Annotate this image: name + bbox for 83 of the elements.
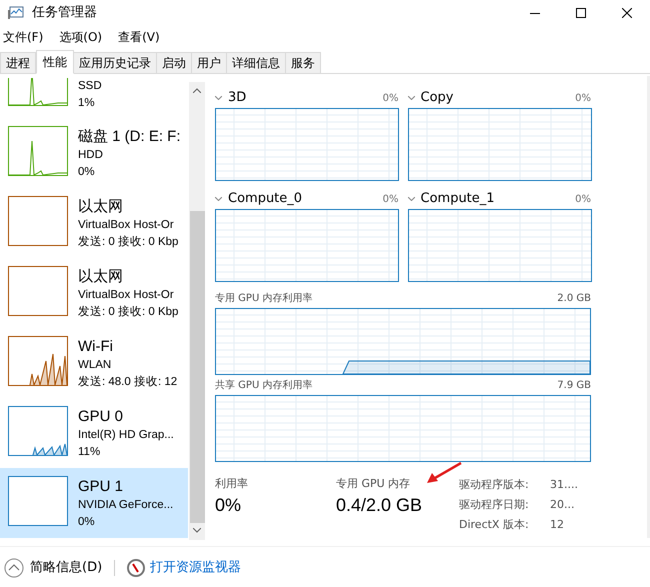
scrollbar[interactable]	[189, 82, 205, 540]
graph-total: 7.9 GB	[557, 378, 591, 392]
stat-value: 0.4/2.0 GB	[336, 494, 422, 517]
sidebar-item[interactable]: Wi-Fi WLAN 发送: 48.0 接收: 12	[0, 328, 188, 398]
activity-graph	[8, 336, 68, 386]
sidebar-item[interactable]: GPU 1 NVIDIA GeForce... 0%	[0, 468, 188, 538]
item-subtitle: Intel(R) HD Grap...	[78, 428, 174, 443]
tab[interactable]: 性能	[36, 50, 74, 74]
item-reading: 发送: 0 接收: 0 Kbp	[78, 234, 178, 250]
stat-label: 专用 GPU 内存	[336, 476, 410, 492]
graph-total: 2.0 GB	[557, 292, 591, 306]
sidebar-item[interactable]: GPU 0 Intel(R) HD Grap... 11%	[0, 398, 188, 468]
item-title: 磁盘 1 (D: E: F:	[78, 127, 181, 147]
chevron-down-icon[interactable]	[408, 96, 414, 100]
graph-label: 共享 GPU 内存利用率	[215, 378, 312, 392]
engine-reading: 0%	[382, 192, 398, 206]
item-reading: 0%	[78, 515, 95, 530]
detail-label: 驱动程序日期:	[459, 497, 530, 513]
sidebar-item[interactable]: SSD 1%	[0, 78, 188, 118]
tab[interactable]: 启动	[156, 52, 192, 73]
activity-graph	[8, 126, 68, 176]
resource-monitor-link[interactable]: 打开资源监视器	[150, 558, 242, 578]
gauge-icon	[127, 558, 146, 576]
tab[interactable]: 应用历史记录	[73, 52, 157, 73]
detail-value: 31....	[550, 477, 578, 493]
detail-value: 20...	[550, 497, 574, 513]
item-reading: 0%	[78, 165, 95, 180]
tab[interactable]: 用户	[191, 52, 227, 73]
detail-label: 驱动程序版本:	[459, 477, 530, 493]
engine-reading: 0%	[575, 92, 591, 106]
graph-label: 专用 GPU 内存利用率	[215, 292, 312, 306]
activity-graph	[8, 78, 68, 106]
menu-item[interactable]: 文件(F)	[0, 28, 46, 46]
sidebar-item[interactable]: 以太网 VirtualBox Host-Or 发送: 0 接收: 0 Kbp	[0, 188, 188, 258]
engine-name: Copy	[420, 89, 454, 108]
item-reading: 发送: 48.0 接收: 12	[78, 374, 178, 390]
item-reading: 发送: 0 接收: 0 Kbp	[78, 304, 178, 320]
chevron-down-icon[interactable]	[215, 197, 222, 201]
detail-value: 12	[550, 517, 564, 532]
item-subtitle: VirtualBox Host-Or	[78, 218, 174, 233]
activity-graph	[8, 476, 68, 526]
item-title: Wi-Fi	[78, 337, 113, 357]
item-subtitle: SSD	[78, 79, 102, 94]
engine-name: Compute_0	[228, 190, 302, 208]
summary-button[interactable]: 简略信息(D)	[4, 558, 102, 578]
item-title: GPU 1	[78, 477, 124, 497]
maximize-icon	[576, 8, 586, 18]
item-subtitle: NVIDIA GeForce...	[78, 498, 174, 513]
chevron-up-icon	[4, 558, 24, 578]
scrollbar-thumb[interactable]	[190, 211, 204, 523]
close-icon	[622, 8, 632, 18]
chevron-down-icon[interactable]	[215, 96, 222, 100]
minimize-icon	[530, 12, 540, 14]
item-title: 以太网	[78, 267, 123, 287]
stat-value: 0%	[215, 494, 242, 517]
detail-label: DirectX 版本:	[459, 517, 530, 532]
scroll-up-icon	[193, 88, 201, 93]
window-title: 任务管理器	[32, 4, 97, 22]
menu-item[interactable]: 选项(O)	[56, 28, 106, 46]
engine-reading: 0%	[575, 192, 591, 206]
sidebar-item[interactable]: 磁盘 1 (D: E: F: HDD 0%	[0, 118, 188, 188]
engine-name: 3D	[228, 89, 246, 108]
stat-label: 利用率	[215, 476, 248, 492]
activity-graph	[8, 196, 68, 246]
tab[interactable]: 进程	[0, 52, 36, 73]
sidebar-item[interactable]: 以太网 VirtualBox Host-Or 发送: 0 接收: 0 Kbp	[0, 258, 188, 328]
activity-graph	[8, 266, 68, 316]
engine-name: Compute_1	[420, 190, 495, 208]
tab[interactable]: 服务	[285, 52, 321, 73]
item-reading: 1%	[78, 96, 95, 111]
item-subtitle: VirtualBox Host-Or	[78, 288, 174, 303]
item-reading: 11%	[78, 445, 100, 460]
chevron-down-icon[interactable]	[408, 197, 414, 201]
app-icon	[8, 6, 24, 20]
scroll-down-icon	[193, 528, 201, 533]
activity-graph	[8, 406, 68, 456]
menu-item[interactable]: 查看(V)	[115, 28, 163, 46]
item-subtitle: WLAN	[78, 358, 112, 373]
item-subtitle: HDD	[78, 148, 103, 163]
item-title: GPU 0	[78, 407, 124, 427]
tab[interactable]: 详细信息	[226, 52, 286, 73]
engine-reading: 0%	[382, 92, 398, 106]
item-title: 以太网	[78, 197, 123, 217]
